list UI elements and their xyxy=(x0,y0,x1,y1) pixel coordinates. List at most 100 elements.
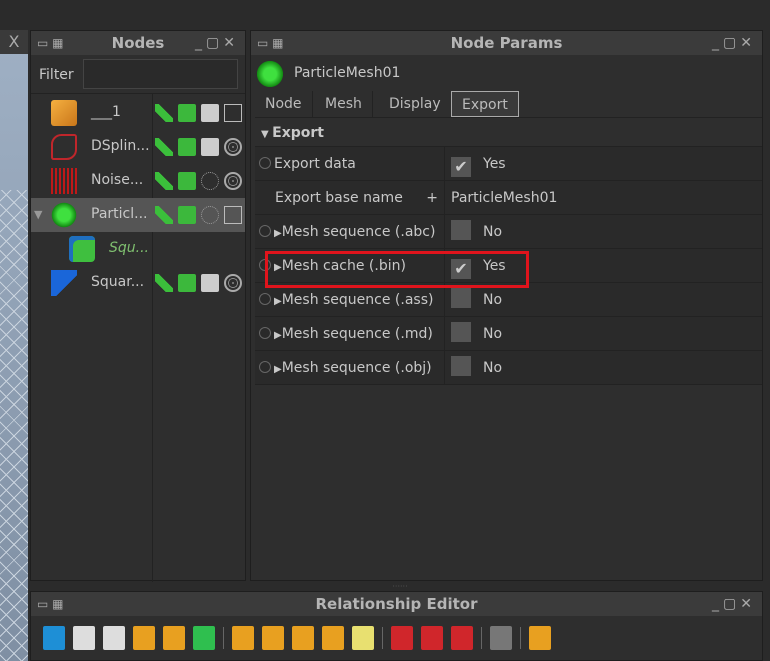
save-icon[interactable] xyxy=(178,138,196,156)
grid-layout-icon[interactable] xyxy=(490,626,512,650)
noise-icon xyxy=(51,168,77,194)
render-icon[interactable] xyxy=(155,274,173,292)
add-clock-icon[interactable] xyxy=(73,626,95,650)
render-icon[interactable] xyxy=(155,138,173,156)
panel-window-controls[interactable]: _▢✕ xyxy=(712,31,756,55)
node-list-item[interactable]: Squ... xyxy=(31,232,245,266)
node-params-panel: ▭ ▦ Node Params _▢✕ ParticleMesh01 Node … xyxy=(250,30,763,581)
unlink-icon[interactable] xyxy=(421,626,443,650)
node-name-label: Squar... xyxy=(91,274,145,290)
param-row: Export data ✔ Yes xyxy=(255,147,762,181)
panel-window-controls[interactable]: _▢✕ xyxy=(195,31,239,55)
expand-arrow-icon[interactable]: ▶ xyxy=(274,228,282,239)
save-icon[interactable] xyxy=(178,274,196,292)
param-checkbox[interactable] xyxy=(451,322,471,342)
panel-menu-icons[interactable]: ▭ ▦ xyxy=(37,31,64,55)
node-name: ParticleMesh01 xyxy=(294,65,401,81)
dotted-icon[interactable] xyxy=(201,206,219,224)
keyframe-radio[interactable] xyxy=(259,293,271,305)
param-row: ▶Mesh sequence (.md) No xyxy=(255,317,762,351)
shaded-icon[interactable] xyxy=(201,138,219,156)
param-checkbox[interactable] xyxy=(451,356,471,376)
tab-mesh[interactable]: Mesh xyxy=(315,91,373,117)
wireframe-box-icon[interactable] xyxy=(224,104,242,122)
link-icon[interactable] xyxy=(391,626,413,650)
param-checkbox[interactable] xyxy=(451,288,471,308)
shaded-icon[interactable] xyxy=(201,104,219,122)
node-name-label: DSplin... xyxy=(91,138,150,154)
filter-input[interactable] xyxy=(83,59,238,89)
render-icon[interactable] xyxy=(155,104,173,122)
add-note-icon[interactable] xyxy=(352,626,374,650)
square-emitter-icon xyxy=(51,270,77,296)
graph-icon[interactable] xyxy=(451,626,473,650)
param-label: Export data xyxy=(274,156,356,172)
node-name-label: Squ... xyxy=(109,240,149,256)
remove-linked-icon[interactable] xyxy=(193,626,215,650)
save-icon[interactable] xyxy=(178,172,196,190)
view-connected-icon[interactable] xyxy=(292,626,314,650)
cube-orange-icon xyxy=(51,100,77,126)
view-all-icon[interactable] xyxy=(232,626,254,650)
param-value[interactable]: ParticleMesh01 xyxy=(451,190,557,206)
mesh-sphere-icon[interactable] xyxy=(224,172,242,190)
param-label: Mesh sequence (.obj) xyxy=(281,360,432,376)
nodes-panel-header: ▭ ▦ Nodes _▢✕ xyxy=(31,31,245,55)
expand-arrow-icon[interactable]: ▶ xyxy=(274,296,282,307)
tree-icon[interactable] xyxy=(529,626,551,650)
nodes-panel: ▭ ▦ Nodes _▢✕ Filter ___1 DSplin... Noise.… xyxy=(30,30,246,582)
viewport-close-button[interactable]: X xyxy=(0,30,28,54)
save-icon[interactable] xyxy=(178,206,196,224)
filter-label: Filter xyxy=(39,67,74,83)
relationship-toolbar xyxy=(39,622,555,654)
node-params-title: Node Params xyxy=(450,34,563,52)
dotted-icon[interactable] xyxy=(201,172,219,190)
panel-window-controls[interactable]: _▢✕ xyxy=(712,592,756,616)
3d-viewport[interactable] xyxy=(0,30,28,661)
save-icon[interactable] xyxy=(178,104,196,122)
tab-node[interactable]: Node xyxy=(255,91,313,117)
keyframe-radio[interactable] xyxy=(259,361,271,373)
toolbar-separator xyxy=(481,627,482,649)
add-button[interactable]: + xyxy=(426,181,438,215)
align-icon[interactable] xyxy=(322,626,344,650)
expand-arrow-icon[interactable]: ▶ xyxy=(274,364,282,375)
shaded-icon[interactable] xyxy=(201,274,219,292)
splitter-handle[interactable]: ······ xyxy=(30,583,770,591)
view-selected-icon[interactable] xyxy=(262,626,284,650)
tab-display[interactable]: Display xyxy=(379,91,452,117)
param-row: ▶Mesh sequence (.obj) No xyxy=(255,351,762,385)
param-value: No xyxy=(483,292,503,308)
keyframe-radio[interactable] xyxy=(259,327,271,339)
expand-arrow-icon[interactable]: ▶ xyxy=(274,330,282,341)
panel-menu-icons[interactable]: ▭ ▦ xyxy=(257,31,284,55)
mesh-sphere-icon[interactable] xyxy=(224,138,242,156)
spline-icon xyxy=(51,134,77,160)
node-name-label: Particl... xyxy=(91,206,148,222)
tab-export[interactable]: Export xyxy=(451,91,519,117)
relationship-editor-header: ▭ ▦ Relationship Editor _▢✕ xyxy=(31,592,762,616)
render-icon[interactable] xyxy=(155,206,173,224)
param-checkbox[interactable]: ✔ xyxy=(451,157,471,177)
remove-left-icon[interactable] xyxy=(133,626,155,650)
node-list-item[interactable]: ▼ Particl... xyxy=(31,198,245,232)
keyframe-radio[interactable] xyxy=(259,157,271,169)
node-list-item[interactable]: Squar... xyxy=(31,266,245,300)
render-icon[interactable] xyxy=(155,172,173,190)
node-list-item[interactable]: Noise... xyxy=(31,164,245,198)
wireframe-box-icon[interactable] xyxy=(224,206,242,224)
export-section-header[interactable]: ▼ Export xyxy=(255,119,762,147)
section-title: Export xyxy=(272,125,325,141)
mesh-sphere-icon[interactable] xyxy=(224,274,242,292)
node-list-item[interactable]: DSplin... xyxy=(31,130,245,164)
remove-right-icon[interactable] xyxy=(163,626,185,650)
param-row: ▶Mesh sequence (.ass) No xyxy=(255,283,762,317)
node-list-item[interactable]: ___1 xyxy=(31,96,245,130)
add-world-icon[interactable] xyxy=(43,626,65,650)
expand-arrow-icon[interactable]: ▼ xyxy=(34,208,42,221)
toolbar-separator xyxy=(520,627,521,649)
keyframe-radio[interactable] xyxy=(259,225,271,237)
param-checkbox[interactable] xyxy=(451,220,471,240)
add-image-icon[interactable] xyxy=(103,626,125,650)
panel-menu-icons[interactable]: ▭ ▦ xyxy=(37,592,64,616)
